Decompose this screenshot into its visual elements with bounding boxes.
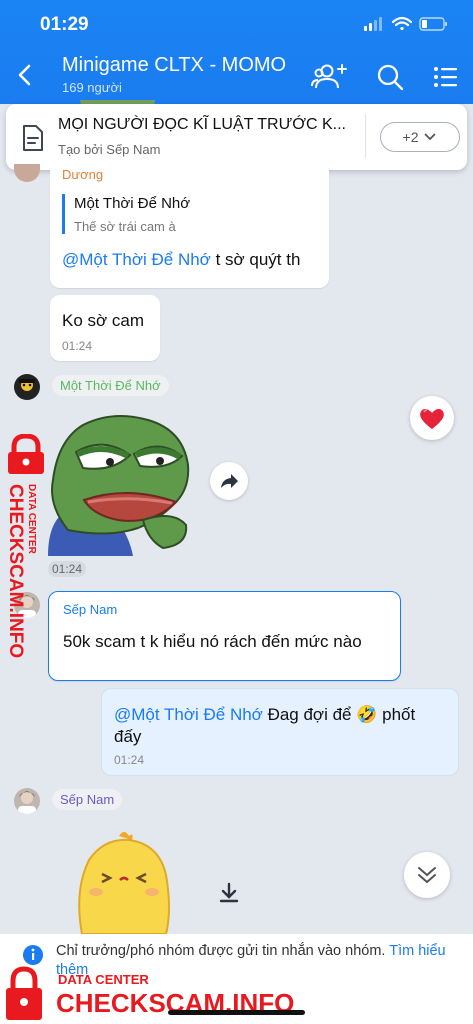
message-bubble[interactable]: Dương Một Thời Để Nhớ Thế sờ trái cam à … <box>50 164 329 288</box>
message-text: @Một Thời Để Nhớ t sờ quýt th <box>62 250 300 270</box>
pinned-subtitle: Tạo bởi Sếp Nam <box>58 142 161 157</box>
pinned-more-count: +2 <box>402 129 419 145</box>
footer-text-body: Chỉ trưởng/phó nhóm được gửi tin nhắn và… <box>56 943 390 959</box>
chick-sticker[interactable] <box>74 830 174 935</box>
watermark-bottom-subtitle: DATA CENTER <box>58 972 149 987</box>
emoji-rofl: 🤣 <box>356 705 378 724</box>
share-arrow-icon <box>221 474 238 488</box>
message-text-body: phốt <box>377 705 416 724</box>
add-members-icon <box>311 64 347 89</box>
message-text: Ko sờ cam <box>62 311 145 330</box>
share-button[interactable] <box>210 462 248 500</box>
signal-icon <box>364 17 382 31</box>
sent-message-bubble[interactable]: @Một Thời Để Nhớ Đag đợi để 🤣 phốt đấy 0… <box>101 688 459 776</box>
search-icon <box>377 64 404 91</box>
mention[interactable]: @Một Thời Để Nhớ <box>114 705 263 724</box>
chevron-down-icon <box>424 133 437 141</box>
watermark-side-subtitle: DATA CENTER <box>26 484 37 554</box>
quote-bar <box>62 194 65 234</box>
message-text-body: t sờ quýt th <box>210 250 301 269</box>
message-bubble[interactable]: Ko sờ cam 01:24 <box>50 295 160 361</box>
sender-name: Sếp Nam <box>52 789 123 810</box>
member-count: 169 người <box>62 80 122 95</box>
wifi-icon <box>391 16 413 31</box>
back-button[interactable] <box>10 60 40 90</box>
status-time: 01:29 <box>40 14 89 35</box>
message-text: 50k scam t k hiểu nó rách đến mức nào <box>63 632 362 651</box>
download-icon <box>219 882 239 903</box>
menu-button[interactable] <box>432 64 460 90</box>
double-chevron-down-icon <box>418 867 436 884</box>
avatar[interactable] <box>14 788 40 814</box>
message-time: 01:24 <box>114 753 145 767</box>
home-indicator <box>168 1010 305 1015</box>
list-menu-icon <box>434 67 457 87</box>
message-bubble[interactable]: Sếp Nam 50k scam t k hiểu nó rách đến mứ… <box>48 591 401 681</box>
document-icon <box>23 125 43 151</box>
watermark-side-title: CHECKSCAM.INFO <box>5 484 26 659</box>
message-time: 01:24 <box>62 339 93 353</box>
avatar[interactable] <box>14 164 40 182</box>
divider <box>365 114 366 158</box>
heart-icon <box>420 409 444 429</box>
battery-icon <box>419 17 447 31</box>
download-button[interactable] <box>210 878 248 908</box>
sender-name: Sếp Nam <box>63 602 118 617</box>
pinned-title: MỌI NGƯỜI ĐỌC KĨ LUẬT TRƯỚC K... <box>58 116 346 133</box>
scroll-to-bottom-button[interactable] <box>404 852 450 898</box>
pinned-message-bar[interactable]: MỌI NGƯỜI ĐỌC KĨ LUẬT TRƯỚC K... Tạo bởi… <box>6 104 467 170</box>
quote-author: Một Thời Để Nhớ <box>74 195 191 212</box>
avatar[interactable] <box>14 374 40 400</box>
sender-name: Một Thời Để Nhớ <box>52 375 169 396</box>
message-text-line2: đấy <box>114 727 142 746</box>
padlock-icon <box>8 434 44 474</box>
message-text: @Một Thời Để Nhớ Đag đợi để 🤣 phốt <box>114 705 415 725</box>
watermark-side: DATA CENTER CHECKSCAM.INFO <box>0 434 56 664</box>
search-button[interactable] <box>375 62 405 92</box>
add-member-button[interactable] <box>310 60 350 94</box>
back-arrow-icon <box>18 64 31 86</box>
pinned-more-button[interactable]: +2 <box>380 122 460 152</box>
status-icons <box>362 14 457 34</box>
chat-title[interactable]: Minigame CLTX - MOMO <box>62 54 286 77</box>
quote-text: Thế sờ trái cam à <box>74 219 176 234</box>
pepe-sticker[interactable] <box>48 410 190 556</box>
padlock-icon <box>6 966 42 1020</box>
sender-name: Dương <box>62 167 104 182</box>
heart-reaction-button[interactable] <box>410 396 454 440</box>
message-text-body: Đag đợi để <box>262 705 357 724</box>
mention[interactable]: @Một Thời Để Nhớ <box>62 250 211 269</box>
